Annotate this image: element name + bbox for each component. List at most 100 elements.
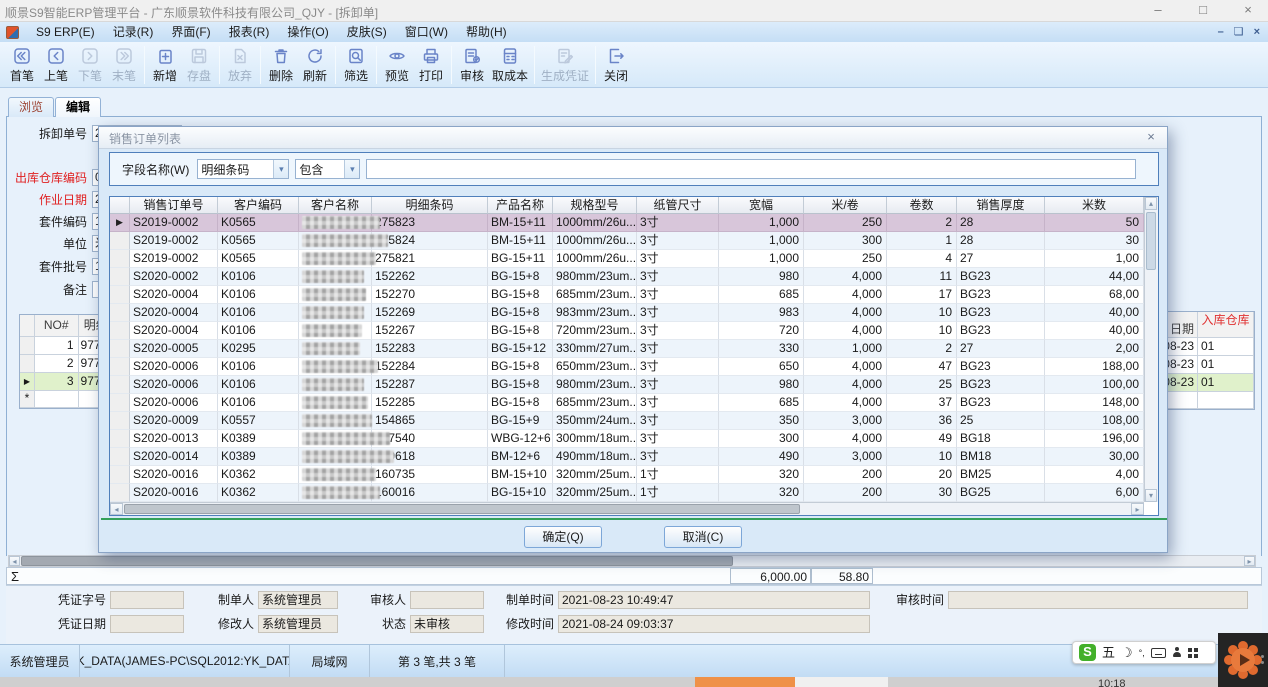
table-row[interactable]: S2019-0002K0565275821BG-15+111000mm/26u.…	[110, 250, 1144, 268]
toolbar-separator	[335, 46, 336, 84]
column-header[interactable]: 卷数	[887, 197, 957, 214]
table-row[interactable]: S2020-0004K0106152267BG-15+8720mm/23um..…	[110, 322, 1144, 340]
ime-mode-label[interactable]: 五	[1102, 646, 1115, 660]
minimize-button[interactable]: –	[1138, 0, 1178, 22]
toolbar-first-button[interactable]: 首笔	[5, 44, 39, 86]
operator-select[interactable]: 包含 ▾	[295, 159, 360, 179]
menu-item-7[interactable]: 帮助(H)	[457, 22, 516, 42]
table-row[interactable]: S2020-0016K0362160735BM-15+10320mm/25um.…	[110, 466, 1144, 484]
taskbar-active-app[interactable]	[695, 677, 795, 687]
keyboard-icon[interactable]	[1151, 648, 1166, 658]
toolbar-close-button[interactable]: 关闭	[599, 44, 633, 86]
scrollbar-thumb[interactable]	[1146, 212, 1156, 270]
dialog-close-icon[interactable]: ×	[1143, 129, 1159, 144]
cell: S2020-0016	[130, 484, 218, 502]
cell: 1,000	[719, 232, 804, 250]
column-header[interactable]: 米数	[1045, 197, 1144, 214]
search-input[interactable]	[366, 159, 1136, 179]
floating-app-logo[interactable]	[1218, 633, 1268, 687]
ime-menu-icon[interactable]	[1188, 648, 1198, 658]
scroll-up-icon[interactable]: ▴	[1145, 197, 1157, 210]
menu-item-0[interactable]: S9 ERP(E)	[27, 22, 104, 42]
tab-edit[interactable]: 编辑	[55, 97, 101, 117]
cell: S2020-0004	[130, 286, 218, 304]
table-row[interactable]: S2019-0002K0565275824BM-15+111000mm/26u.…	[110, 232, 1144, 250]
menu-item-6[interactable]: 窗口(W)	[396, 22, 457, 42]
ok-button[interactable]: 确定(Q)	[524, 526, 602, 548]
column-header[interactable]: 规格型号	[553, 197, 637, 214]
table-row[interactable]: S2020-0009K0557154865BG-15+9350mm/24um..…	[110, 412, 1144, 430]
current-row-marker	[110, 250, 130, 268]
grid-vertical-scrollbar[interactable]: ▴ ▾	[1144, 197, 1158, 502]
maximize-button[interactable]: □	[1183, 0, 1223, 22]
column-header[interactable]: 宽幅	[719, 197, 804, 214]
ime-toolbar[interactable]: S 五 ☽ °,	[1072, 641, 1216, 664]
field-name-select[interactable]: 明细条码 ▾	[197, 159, 289, 179]
moon-icon[interactable]: ☽	[1121, 646, 1133, 660]
mdi-close-button[interactable]: ×	[1254, 23, 1260, 41]
toolbar-print-button[interactable]: 打印	[414, 44, 448, 86]
toolbar-new-button[interactable]: 新增	[148, 44, 182, 86]
scrollbar-thumb[interactable]	[21, 556, 733, 566]
chevron-down-icon[interactable]: ▾	[344, 160, 359, 178]
cell: 275824	[372, 232, 488, 250]
main-horizontal-scrollbar[interactable]: ◂ ▸	[8, 555, 1256, 567]
toolbar-delete-button[interactable]: 删除	[264, 44, 298, 86]
table-row[interactable]: S2020-0014K0389159618BM-12+6490mm/18um..…	[110, 448, 1144, 466]
column-header[interactable]: 客户编码	[218, 197, 299, 214]
scrollbar-thumb[interactable]	[124, 504, 800, 514]
cell: 152270	[372, 286, 488, 304]
toolbar-filter-button[interactable]: 筛选	[339, 44, 373, 86]
column-header[interactable]: 客户名称	[299, 197, 372, 214]
grid-horizontal-scrollbar[interactable]: ◂ ▸	[110, 502, 1144, 515]
table-row[interactable]: S2020-0006K0106152285BG-15+8685mm/23um..…	[110, 394, 1144, 412]
mdi-minimize-button[interactable]: –	[1218, 23, 1224, 41]
toolbar-refresh-button[interactable]: 刷新	[298, 44, 332, 86]
scroll-left-icon[interactable]: ◂	[110, 503, 123, 515]
sogou-ime-icon[interactable]: S	[1079, 644, 1096, 661]
table-row[interactable]: S2020-0005K0295152283BG-15+12330mm/27um.…	[110, 340, 1144, 358]
tab-browse[interactable]: 浏览	[8, 97, 54, 117]
table-row[interactable]: S2020-0006K0106152287BG-15+8980mm/23um..…	[110, 376, 1144, 394]
windows-taskbar[interactable]: 10:18	[0, 677, 1268, 687]
column-header[interactable]: 明细条码	[372, 197, 488, 214]
close-button[interactable]: ×	[1228, 0, 1268, 22]
cell: S2020-0004	[130, 304, 218, 322]
user-icon[interactable]	[1172, 647, 1182, 658]
cancel-button[interactable]: 取消(C)	[664, 526, 742, 548]
cell: 160735	[372, 466, 488, 484]
menu-item-3[interactable]: 报表(R)	[220, 22, 279, 42]
menu-item-4[interactable]: 操作(O)	[278, 22, 337, 42]
table-row[interactable]: S2020-0002K0106152262BG-15+8980mm/23um..…	[110, 268, 1144, 286]
table-row[interactable]: S2020-0004K0106152270BG-15+8685mm/23um..…	[110, 286, 1144, 304]
toolbar-prev-button[interactable]: 上笔	[39, 44, 73, 86]
column-header[interactable]: 销售厚度	[957, 197, 1045, 214]
menu-item-2[interactable]: 界面(F)	[162, 22, 219, 42]
cell: 490mm/18um...	[553, 448, 637, 466]
scroll-right-icon[interactable]: ▸	[1244, 556, 1255, 566]
table-row[interactable]: S2020-0013K0389157540WBG-12+6300mm/18um.…	[110, 430, 1144, 448]
field-value	[110, 591, 184, 609]
table-row[interactable]: S2020-0006K0106152284BG-15+8650mm/23um..…	[110, 358, 1144, 376]
mdi-restore-button[interactable]: ❏	[1234, 23, 1244, 41]
scroll-right-icon[interactable]: ▸	[1131, 503, 1144, 515]
taskbar-app[interactable]	[795, 677, 888, 687]
table-row[interactable]: S2020-0004K0106152269BG-15+8983mm/23um..…	[110, 304, 1144, 322]
scroll-left-icon[interactable]: ◂	[9, 556, 20, 566]
toolbar-cost-button[interactable]: 取成本	[489, 44, 531, 86]
menu-item-1[interactable]: 记录(R)	[104, 22, 163, 42]
menu-item-5[interactable]: 皮肤(S)	[338, 22, 396, 42]
column-header[interactable]: 米/卷	[804, 197, 887, 214]
cell	[299, 430, 372, 448]
column-header[interactable]: 销售订单号	[130, 197, 218, 214]
punctuation-mode-icon[interactable]: °,	[1139, 646, 1145, 660]
toolbar-preview-button[interactable]: 预览	[380, 44, 414, 86]
scroll-down-icon[interactable]: ▾	[1145, 489, 1157, 502]
column-header[interactable]: 产品名称	[488, 197, 553, 214]
toolbar-audit-button[interactable]: 审核	[455, 44, 489, 86]
chevron-down-icon[interactable]: ▾	[273, 160, 288, 178]
table-row[interactable]: S2020-0016K0362160016BG-15+10320mm/25um.…	[110, 484, 1144, 502]
column-header[interactable]: 纸管尺寸	[637, 197, 719, 214]
table-row[interactable]: ▶S2019-0002K0565275823BM-15+111000mm/26u…	[110, 214, 1144, 232]
dialog-buttons: 确定(Q) 取消(C)	[99, 526, 1167, 548]
